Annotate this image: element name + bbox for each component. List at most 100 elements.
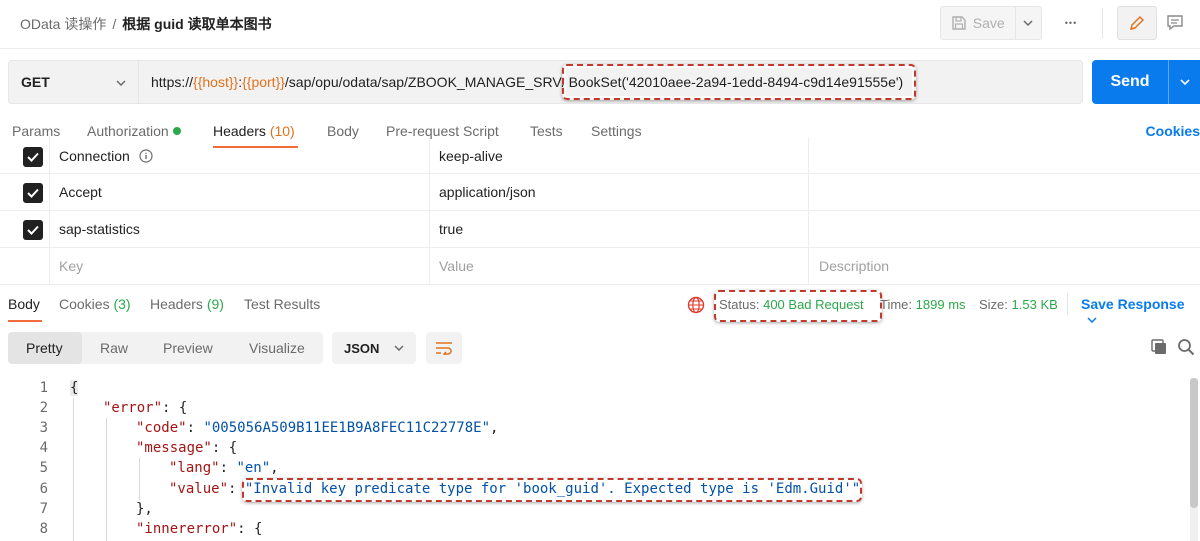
json-key: "innererror": [136, 521, 238, 537]
new-header-value-input[interactable]: Value: [439, 258, 474, 274]
code-punctuation: : {: [211, 440, 238, 456]
meta-divider: [1067, 293, 1068, 315]
header-row: Connection keep-alive: [0, 137, 1200, 174]
method-select[interactable]: GET: [8, 60, 138, 104]
url-path: /sap/opu/odata/sap/ZBOOK_MANAGE_SRV/: [284, 74, 566, 90]
json-key: "lang": [169, 460, 220, 476]
header-value[interactable]: true: [439, 221, 463, 237]
save-label: Save: [972, 15, 1005, 31]
toolbar-divider: [1102, 8, 1103, 38]
vertical-scrollbar[interactable]: [1190, 378, 1198, 541]
send-label: Send: [1110, 73, 1150, 90]
line-number: 8: [39, 521, 48, 537]
code-line: {: [70, 380, 79, 396]
header-key[interactable]: Accept: [59, 184, 102, 200]
line-number: 4: [39, 440, 48, 456]
chevron-down-icon: [116, 80, 126, 86]
active-response-tab-indicator: [8, 320, 42, 322]
line-number: 5: [39, 460, 48, 476]
ellipsis-icon: •••: [1064, 18, 1078, 28]
column-divider: [429, 137, 430, 173]
wrap-lines-icon: [436, 342, 452, 355]
more-options-button[interactable]: •••: [1058, 12, 1084, 34]
url-input[interactable]: https://{{host}}: {{port}}/sap/opu/odata/…: [138, 60, 1083, 104]
response-tab-headers[interactable]: Headers (9): [150, 296, 224, 312]
comments-button[interactable]: [1160, 6, 1190, 40]
response-size[interactable]: Size: 1.53 KB: [979, 297, 1058, 312]
view-mode-pretty[interactable]: Pretty: [26, 340, 63, 356]
header-row: Accept application/json: [0, 174, 1200, 211]
breadcrumb-separator: /: [112, 16, 117, 32]
scrollbar-thumb[interactable]: [1190, 378, 1198, 508]
header-enabled-checkbox[interactable]: [23, 147, 43, 167]
wrap-lines-button[interactable]: [426, 332, 462, 364]
header-enabled-checkbox[interactable]: [23, 220, 43, 240]
save-options-button[interactable]: [1016, 7, 1041, 39]
format-select[interactable]: JSON: [332, 332, 416, 364]
code-line: },: [136, 501, 153, 517]
new-header-key-input[interactable]: Key: [59, 258, 83, 274]
header-key[interactable]: Connection: [59, 148, 153, 164]
breadcrumb-parent[interactable]: OData 读操作: [20, 16, 106, 32]
line-number: 6: [39, 481, 48, 497]
url-host-variable[interactable]: {{host}}: [193, 74, 238, 90]
request-title[interactable]: 根据 guid 读取单本图书: [122, 16, 271, 32]
save-response-label: Save Response: [1081, 296, 1185, 312]
send-button[interactable]: Send: [1092, 60, 1200, 104]
new-header-description-input[interactable]: Description: [819, 258, 889, 274]
response-tab-headers-label: Headers: [150, 296, 203, 312]
pencil-icon: [1129, 15, 1145, 31]
line-number: 2: [39, 400, 48, 416]
error-highlight-box: [242, 478, 862, 502]
json-key: "error": [103, 400, 163, 416]
search-icon[interactable]: [1177, 338, 1195, 356]
header-value[interactable]: keep-alive: [439, 148, 503, 164]
url-highlighted-segment: BookSet('42010aee-2a94-1edd-8494-c9d14e9…: [561, 64, 916, 100]
header-enabled-checkbox[interactable]: [23, 183, 43, 203]
response-tab-cookies[interactable]: Cookies (3): [59, 296, 131, 312]
code-punctuation: {: [70, 380, 79, 396]
json-key: "value": [169, 481, 229, 497]
globe-icon[interactable]: [687, 296, 705, 314]
code-punctuation: :: [186, 420, 204, 436]
time-label: Time:: [880, 297, 913, 312]
save-button[interactable]: Save: [941, 7, 1016, 39]
column-divider: [808, 248, 809, 284]
edit-button[interactable]: [1117, 6, 1157, 40]
checkmark-icon: [27, 152, 39, 162]
response-tab-test-results[interactable]: Test Results: [244, 296, 320, 312]
line-number: 1: [39, 380, 48, 396]
checkmark-icon: [27, 225, 39, 235]
header-row-new: Key Value Description: [0, 248, 1200, 285]
line-number: 7: [39, 501, 48, 517]
code-punctuation: :: [219, 460, 237, 476]
indent-guide: [106, 418, 107, 541]
method-label: GET: [21, 74, 50, 90]
view-mode-raw[interactable]: Raw: [100, 340, 128, 356]
view-mode-preview[interactable]: Preview: [163, 340, 213, 356]
code-punctuation: : {: [162, 400, 188, 416]
code-punctuation: : {: [237, 521, 263, 537]
copy-icon[interactable]: [1150, 338, 1168, 356]
url-prefix: https://: [151, 74, 194, 90]
view-mode-visualize[interactable]: Visualize: [249, 340, 305, 356]
response-tab-cookies-label: Cookies: [59, 296, 110, 312]
response-body-editor[interactable]: 1 { 2 "error": { 3 "code": "005056A509B1…: [0, 376, 1190, 541]
column-divider: [429, 174, 430, 210]
info-icon: [139, 149, 153, 163]
save-response-button[interactable]: Save Response: [1081, 296, 1200, 328]
chevron-down-icon: [1179, 79, 1190, 85]
chevron-down-icon: [1087, 317, 1097, 324]
code-line: "innererror": {: [136, 521, 262, 537]
response-time[interactable]: Time: 1899 ms: [880, 297, 966, 312]
response-tab-body[interactable]: Body: [8, 296, 40, 312]
send-options-button[interactable]: [1169, 79, 1200, 85]
size-label: Size:: [979, 297, 1008, 312]
header-key-label: Connection: [59, 148, 130, 164]
save-icon: [952, 16, 966, 30]
header-value[interactable]: application/json: [439, 184, 536, 200]
url-port-variable[interactable]: {{port}}: [242, 74, 285, 90]
chevron-down-icon: [1023, 20, 1033, 26]
header-key[interactable]: sap-statistics: [59, 221, 140, 237]
code-punctuation: ,: [490, 420, 499, 436]
